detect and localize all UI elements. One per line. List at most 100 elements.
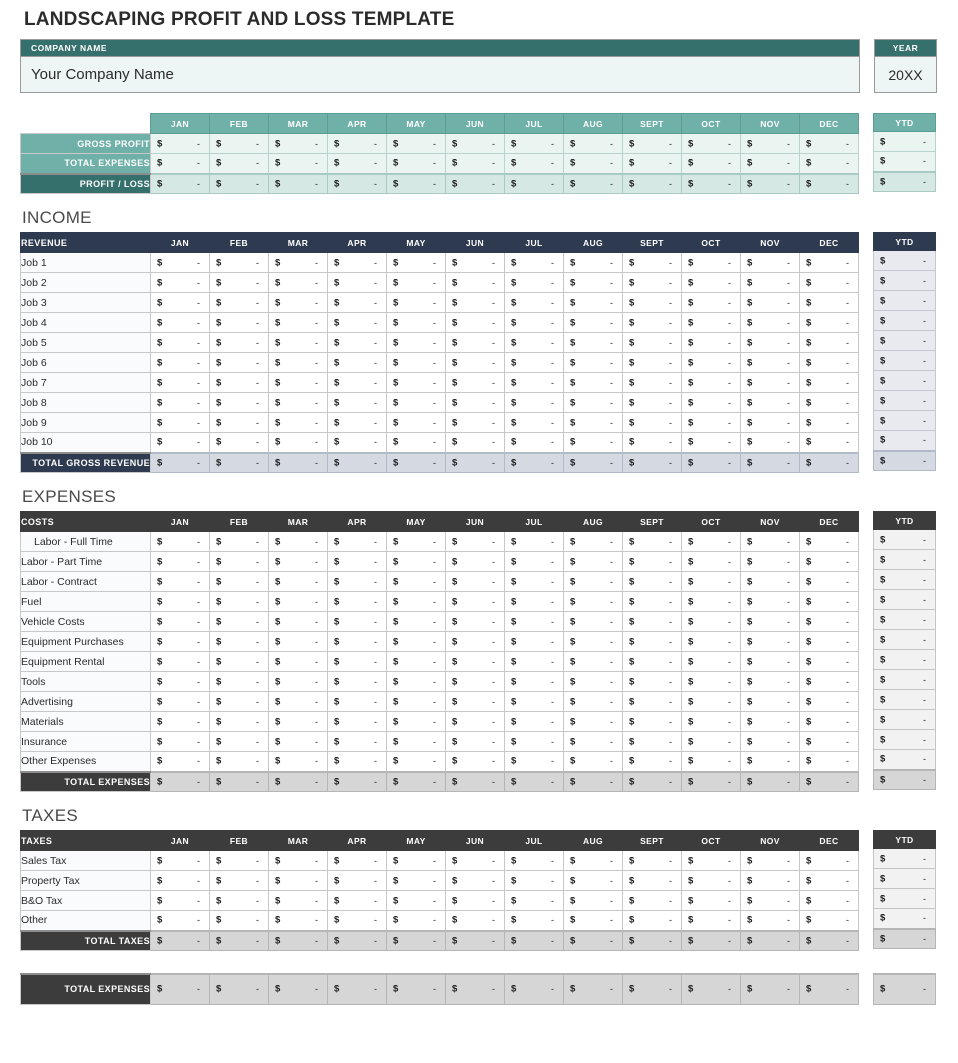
- cell-mar[interactable]: $ -: [268, 751, 328, 772]
- cell-aug[interactable]: $ -: [563, 929, 623, 951]
- cell-jul[interactable]: $ -: [504, 770, 564, 792]
- cell-aug[interactable]: $ -: [563, 711, 623, 732]
- cell-oct[interactable]: $ -: [681, 292, 741, 313]
- cell-ytd[interactable]: $ -: [873, 609, 936, 630]
- cell-apr[interactable]: $ -: [327, 890, 387, 911]
- cell-feb[interactable]: $ -: [209, 631, 269, 652]
- cell-sept[interactable]: $ -: [622, 890, 682, 911]
- cell-sept[interactable]: $ -: [622, 591, 682, 612]
- cell-sept[interactable]: $ -: [622, 691, 682, 712]
- cell-feb[interactable]: $ -: [209, 372, 269, 393]
- cell-jul[interactable]: $ -: [504, 870, 564, 891]
- cell-jan[interactable]: $ -: [150, 372, 210, 393]
- row-label[interactable]: Labor - Part Time: [20, 551, 151, 572]
- cell-dec[interactable]: $ -: [799, 531, 859, 552]
- cell-apr[interactable]: $ -: [327, 929, 387, 951]
- cell-jun[interactable]: $ -: [445, 571, 505, 592]
- cell-apr[interactable]: $ -: [327, 711, 387, 732]
- cell-jan[interactable]: $ -: [150, 850, 210, 871]
- cell-jul[interactable]: $ -: [504, 691, 564, 712]
- cell-dec[interactable]: $ -: [799, 929, 859, 951]
- cell-mar[interactable]: $ -: [268, 352, 328, 373]
- cell-jul[interactable]: $ -: [504, 731, 564, 752]
- cell-may[interactable]: $ -: [386, 691, 446, 712]
- cell-aug[interactable]: $ -: [563, 352, 623, 373]
- cell-ytd[interactable]: $ -: [873, 449, 936, 471]
- cell-mar[interactable]: $ -: [268, 973, 328, 1005]
- cell-mar[interactable]: $ -: [268, 392, 328, 413]
- cell-feb[interactable]: $ -: [209, 432, 269, 453]
- cell-mar[interactable]: $ -: [268, 631, 328, 652]
- cell-jul[interactable]: $ -: [504, 711, 564, 732]
- cell-feb[interactable]: $ -: [209, 153, 269, 174]
- cell-apr[interactable]: $ -: [327, 172, 387, 194]
- cell-may[interactable]: $ -: [386, 332, 446, 353]
- cell-sept[interactable]: $ -: [622, 312, 682, 333]
- cell-jan[interactable]: $ -: [150, 591, 210, 612]
- row-label[interactable]: TOTAL GROSS REVENUE: [20, 451, 151, 473]
- cell-nov[interactable]: $ -: [740, 432, 800, 453]
- cell-mar[interactable]: $ -: [268, 571, 328, 592]
- cell-jan[interactable]: $ -: [150, 133, 210, 154]
- cell-oct[interactable]: $ -: [681, 631, 741, 652]
- cell-oct[interactable]: $ -: [681, 973, 741, 1005]
- row-label[interactable]: Advertising: [20, 691, 151, 712]
- cell-dec[interactable]: $ -: [799, 451, 859, 473]
- cell-oct[interactable]: $ -: [681, 850, 741, 871]
- cell-apr[interactable]: $ -: [327, 770, 387, 792]
- cell-apr[interactable]: $ -: [327, 252, 387, 273]
- cell-jul[interactable]: $ -: [504, 451, 564, 473]
- cell-oct[interactable]: $ -: [681, 870, 741, 891]
- cell-sept[interactable]: $ -: [622, 272, 682, 293]
- cell-feb[interactable]: $ -: [209, 973, 269, 1005]
- cell-apr[interactable]: $ -: [327, 392, 387, 413]
- cell-dec[interactable]: $ -: [799, 870, 859, 891]
- row-label[interactable]: Tools: [20, 671, 151, 692]
- cell-sept[interactable]: $ -: [622, 651, 682, 672]
- cell-jul[interactable]: $ -: [504, 751, 564, 772]
- cell-apr[interactable]: $ -: [327, 870, 387, 891]
- cell-dec[interactable]: $ -: [799, 172, 859, 194]
- cell-sept[interactable]: $ -: [622, 292, 682, 313]
- cell-apr[interactable]: $ -: [327, 671, 387, 692]
- row-label[interactable]: PROFIT / LOSS: [20, 172, 151, 194]
- cell-feb[interactable]: $ -: [209, 332, 269, 353]
- cell-sept[interactable]: $ -: [622, 392, 682, 413]
- cell-oct[interactable]: $ -: [681, 770, 741, 792]
- cell-jul[interactable]: $ -: [504, 890, 564, 911]
- row-label[interactable]: Job 1: [20, 252, 151, 273]
- cell-sept[interactable]: $ -: [622, 432, 682, 453]
- cell-jan[interactable]: $ -: [150, 890, 210, 911]
- cell-mar[interactable]: $ -: [268, 312, 328, 333]
- cell-jan[interactable]: $ -: [150, 770, 210, 792]
- cell-dec[interactable]: $ -: [799, 272, 859, 293]
- cell-feb[interactable]: $ -: [209, 292, 269, 313]
- cell-jul[interactable]: $ -: [504, 412, 564, 433]
- cell-mar[interactable]: $ -: [268, 711, 328, 732]
- cell-nov[interactable]: $ -: [740, 651, 800, 672]
- cell-jun[interactable]: $ -: [445, 631, 505, 652]
- cell-ytd[interactable]: $ -: [873, 629, 936, 650]
- cell-dec[interactable]: $ -: [799, 850, 859, 871]
- row-label[interactable]: Job 9: [20, 412, 151, 433]
- cell-feb[interactable]: $ -: [209, 691, 269, 712]
- cell-may[interactable]: $ -: [386, 751, 446, 772]
- cell-mar[interactable]: $ -: [268, 292, 328, 313]
- cell-mar[interactable]: $ -: [268, 651, 328, 672]
- cell-nov[interactable]: $ -: [740, 611, 800, 632]
- cell-mar[interactable]: $ -: [268, 770, 328, 792]
- cell-sept[interactable]: $ -: [622, 172, 682, 194]
- cell-jun[interactable]: $ -: [445, 292, 505, 313]
- cell-jul[interactable]: $ -: [504, 332, 564, 353]
- cell-nov[interactable]: $ -: [740, 272, 800, 293]
- cell-apr[interactable]: $ -: [327, 133, 387, 154]
- cell-jan[interactable]: $ -: [150, 751, 210, 772]
- cell-ytd[interactable]: $ -: [873, 529, 936, 550]
- cell-feb[interactable]: $ -: [209, 551, 269, 572]
- cell-feb[interactable]: $ -: [209, 591, 269, 612]
- cell-dec[interactable]: $ -: [799, 571, 859, 592]
- cell-dec[interactable]: $ -: [799, 910, 859, 931]
- cell-may[interactable]: $ -: [386, 870, 446, 891]
- cell-jan[interactable]: $ -: [150, 973, 210, 1005]
- cell-feb[interactable]: $ -: [209, 770, 269, 792]
